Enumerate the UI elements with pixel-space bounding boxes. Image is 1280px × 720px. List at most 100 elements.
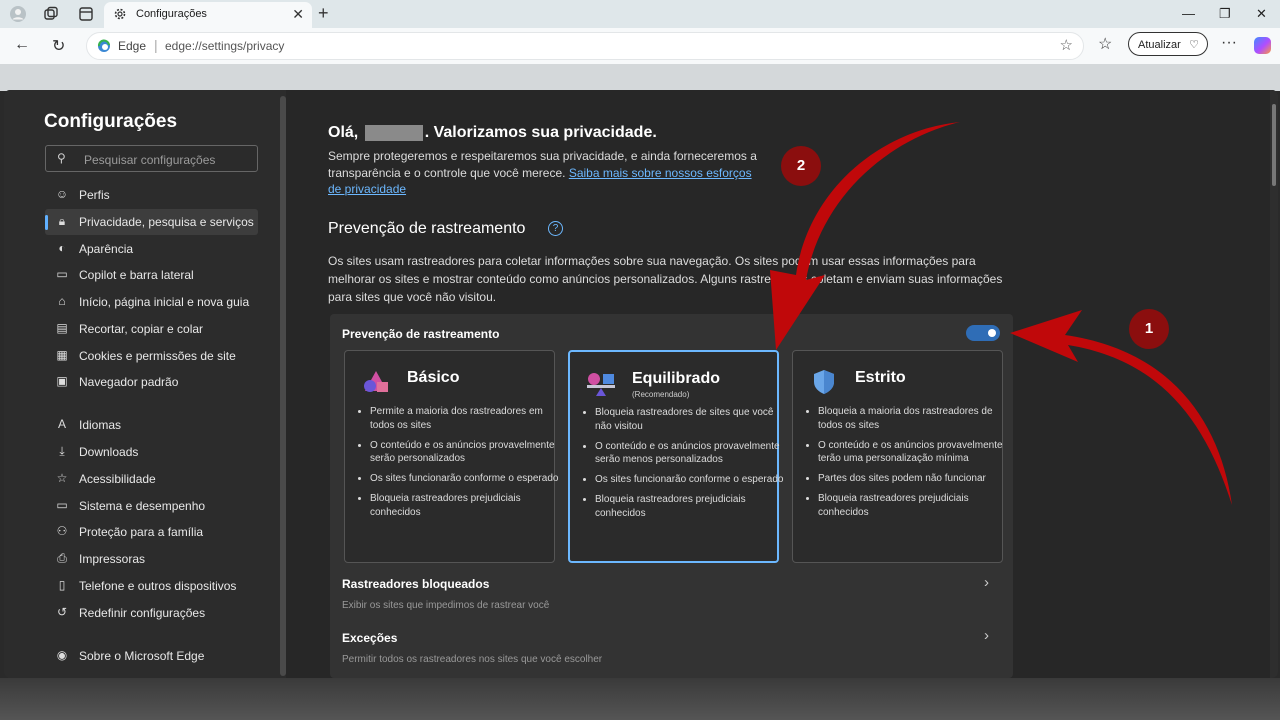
privacy-intro: Sempre protegeremos e respeitaremos sua … <box>328 148 768 198</box>
search-input[interactable] <box>82 150 256 170</box>
sidebar-item-label: Impressoras <box>79 552 146 566</box>
sidebar-item-label: Copilot e barra lateral <box>79 268 194 282</box>
level-bullet: Permite a maioria dos rastreadores em to… <box>370 405 560 432</box>
sidebar-item-privacidade[interactable]: 🔒︎ Privacidade, pesquisa e serviços <box>45 209 258 235</box>
window-backdrop <box>0 64 1280 91</box>
sidebar-item-copilot[interactable]: ▭ Copilot e barra lateral <box>45 262 258 288</box>
address-bar[interactable]: Edge | edge://settings/privacy ☆ <box>86 32 1084 60</box>
sidebar-item-familia[interactable]: ⚇ Proteção para a família <box>45 519 258 545</box>
annotation-badge-2: 2 <box>781 146 821 186</box>
printer-icon: ⎙ <box>57 551 67 565</box>
chevron-right-icon[interactable]: › <box>984 627 989 644</box>
desktop-backdrop <box>0 678 1280 720</box>
update-button[interactable]: Atualizar ♡ <box>1128 32 1208 56</box>
sidebar-item-sobre[interactable]: ◉ Sobre o Microsoft Edge <box>45 643 258 669</box>
greeting-heading: Olá, . Valorizamos sua privacidade. <box>328 124 657 142</box>
chevron-right-icon[interactable]: › <box>984 574 989 591</box>
sidebar-item-aparencia[interactable]: ◐ Aparência <box>45 236 258 262</box>
scrollbar-thumb[interactable] <box>1272 104 1276 186</box>
sidebar-item-redefinir[interactable]: ↺ Redefinir configurações <box>45 600 258 626</box>
level-basic-card[interactable]: Básico Permite a maioria dos rastreadore… <box>344 350 558 563</box>
sidebar-item-inicio[interactable]: ⌂ Início, página inicial e nova guia <box>45 289 258 315</box>
address-url[interactable]: edge://settings/privacy <box>165 39 284 53</box>
search-settings-field[interactable]: ⚲ <box>45 145 258 172</box>
toggle-knob <box>988 329 996 337</box>
sidebar-item-label: Idiomas <box>79 418 122 432</box>
accessibility-icon: ☆ <box>56 471 68 485</box>
sidebar-item-label: Início, página inicial e nova guia <box>79 295 250 309</box>
level-strict-card[interactable]: Estrito Bloqueia a maioria dos rastreado… <box>792 350 1003 563</box>
sidebar-item-navegador-padrao[interactable]: ▣ Navegador padrão <box>45 369 258 395</box>
level-bullet: Os sites funcionarão conforme o esperado <box>595 473 785 487</box>
clipboard-icon: ▤ <box>56 321 68 335</box>
system-icon: ▭ <box>56 498 68 512</box>
level-bullets: Bloqueia a maioria dos rastreadores de t… <box>803 405 1008 526</box>
update-icon: ♡ <box>1189 39 1199 51</box>
close-tab-icon[interactable]: ✕ <box>292 6 304 23</box>
family-icon: ⚇ <box>56 524 68 538</box>
tracking-prevention-card: Prevenção de rastreamento Básico Permite… <box>330 314 1013 678</box>
favorite-star-icon[interactable]: ☆ <box>1060 36 1073 54</box>
sidebar-item-label: Telefone e outros dispositivos <box>79 579 237 593</box>
main-scrollbar[interactable] <box>1270 90 1278 678</box>
shield-icon <box>814 370 834 394</box>
edge-icon: ◉ <box>56 648 68 662</box>
maximize-icon[interactable]: ❐ <box>1219 6 1231 22</box>
level-bullet: O conteúdo e os anúncios provavelmente t… <box>818 439 1008 466</box>
sidebar-item-telefone[interactable]: ▯ Telefone e outros dispositivos <box>45 573 258 599</box>
new-tab-button[interactable]: + <box>318 3 329 24</box>
tracking-prevention-heading: Prevenção de rastreamento <box>328 220 526 237</box>
tab-settings[interactable]: Configurações ✕ <box>104 2 312 28</box>
sidebar-item-acessibilidade[interactable]: ☆ Acessibilidade <box>45 466 258 492</box>
sidebar-item-downloads[interactable]: ⤓ Downloads <box>45 439 258 465</box>
help-icon[interactable]: ? <box>548 221 563 236</box>
address-toolbar: ← ↻ Edge | edge://settings/privacy ☆ ☆ A… <box>0 28 1280 64</box>
more-options-icon[interactable]: ··· <box>1221 34 1237 52</box>
sidebar-item-cookies[interactable]: ▦ Cookies e permissões de site <box>45 343 258 369</box>
minimize-icon[interactable]: — <box>1182 6 1195 21</box>
sidebar-item-idiomas[interactable]: A Idiomas <box>45 412 258 438</box>
sidebar-item-label: Perfis <box>79 188 110 202</box>
back-arrow-icon[interactable]: ← <box>14 36 30 54</box>
blocked-trackers-desc: Exibir os sites que impedimos de rastrea… <box>342 600 550 611</box>
level-bullet: Bloqueia rastreadores prejudiciais conhe… <box>818 492 1008 519</box>
refresh-icon[interactable]: ↻ <box>52 36 65 56</box>
address-brand: Edge <box>118 39 147 53</box>
sidebar-item-label: Navegador padrão <box>79 375 179 389</box>
settings-sidebar: Configurações ⚲ ☺ Perfis 🔒︎ Privacidade,… <box>4 90 286 678</box>
sidebar-item-label: Acessibilidade <box>79 472 156 486</box>
sidebar-item-label: Downloads <box>79 445 139 459</box>
settings-window: Configurações ⚲ ☺ Perfis 🔒︎ Privacidade,… <box>4 90 1278 678</box>
settings-main: Olá, . Valorizamos sua privacidade. Semp… <box>286 90 1278 678</box>
copilot-icon[interactable] <box>1254 37 1271 54</box>
level-bullet: Os sites funcionarão conforme o esperado <box>370 472 560 486</box>
recommended-badge: (Recomendado) <box>632 390 690 399</box>
cookie-icon: ▦ <box>56 348 68 362</box>
level-balanced-card[interactable]: Equilibrado (Recomendado) Bloqueia rastr… <box>568 350 783 563</box>
level-bullet: Bloqueia rastreadores de sites que você … <box>595 406 785 433</box>
profile-avatar-icon[interactable] <box>9 5 27 23</box>
sidebar-item-label: Sobre o Microsoft Edge <box>79 649 205 663</box>
sidebar-item-perfis[interactable]: ☺ Perfis <box>45 182 258 208</box>
settings-title: Configurações <box>44 111 178 132</box>
tab-actions-icon[interactable] <box>77 5 95 23</box>
gear-icon <box>114 8 126 20</box>
balance-scale-icon <box>587 373 615 396</box>
reset-icon: ↺ <box>56 605 68 619</box>
favorites-icon[interactable]: ☆ <box>1098 34 1112 54</box>
close-window-icon[interactable]: ✕ <box>1256 6 1267 22</box>
workspaces-icon[interactable] <box>42 5 60 23</box>
search-icon: ⚲ <box>57 151 66 165</box>
sidebar-item-sistema[interactable]: ▭ Sistema e desempenho <box>45 493 258 519</box>
phone-icon: ▯ <box>58 578 66 592</box>
level-bullet: Bloqueia rastreadores prejudiciais conhe… <box>595 493 785 520</box>
level-bullets: Permite a maioria dos rastreadores em to… <box>355 405 560 526</box>
level-bullet: O conteúdo e os anúncios provavelmente s… <box>370 439 560 466</box>
edge-logo-icon <box>98 39 110 52</box>
home-icon: ⌂ <box>58 294 66 308</box>
level-bullets: Bloqueia rastreadores de sites que você … <box>580 406 785 527</box>
tracking-prevention-description: Os sites usam rastreadores para coletar … <box>328 254 1003 304</box>
tracking-prevention-toggle[interactable] <box>966 325 1000 341</box>
sidebar-item-recortar[interactable]: ▤ Recortar, copiar e colar <box>45 316 258 342</box>
sidebar-item-impressoras[interactable]: ⎙ Impressoras <box>45 546 258 572</box>
